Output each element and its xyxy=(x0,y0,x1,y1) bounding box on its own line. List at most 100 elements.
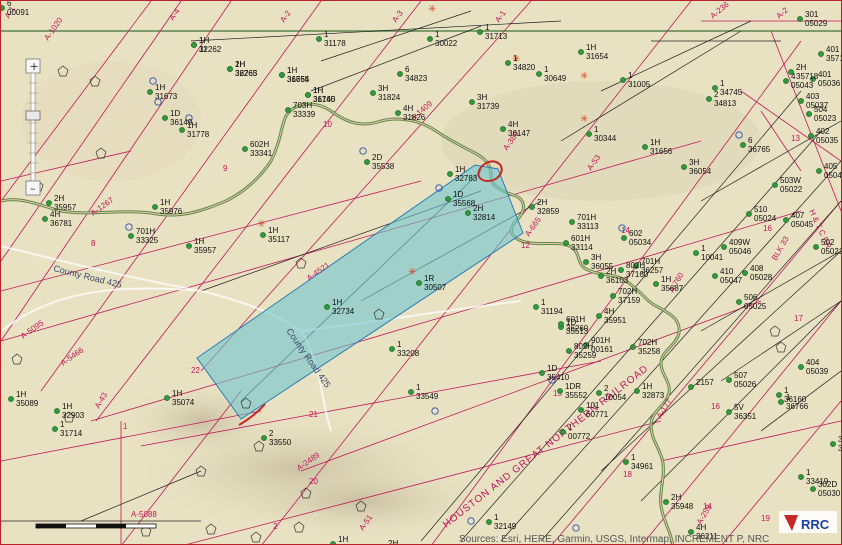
well-marker[interactable] xyxy=(742,270,748,276)
well-marker[interactable] xyxy=(610,293,616,299)
well-marker[interactable] xyxy=(623,459,629,465)
well-marker[interactable] xyxy=(397,71,403,77)
well-marker[interactable] xyxy=(813,244,819,250)
well-marker[interactable] xyxy=(816,168,822,174)
well-marker[interactable] xyxy=(242,146,248,152)
well-marker[interactable] xyxy=(783,78,789,84)
well-marker[interactable] xyxy=(566,348,572,354)
well-marker[interactable] xyxy=(563,240,569,246)
well-marker[interactable] xyxy=(653,281,659,287)
well-marker[interactable] xyxy=(586,131,592,137)
well-marker[interactable] xyxy=(712,273,718,279)
well-marker[interactable] xyxy=(465,210,471,216)
well-marker[interactable] xyxy=(364,159,370,165)
well-marker[interactable] xyxy=(688,384,694,390)
well-marker[interactable] xyxy=(447,171,453,177)
well-marker[interactable] xyxy=(798,474,804,480)
well-marker[interactable] xyxy=(798,364,804,370)
well-marker[interactable] xyxy=(634,388,640,394)
well-marker[interactable] xyxy=(560,429,566,435)
well-marker[interactable] xyxy=(164,395,170,401)
zoom-track[interactable] xyxy=(30,72,36,182)
well-marker[interactable] xyxy=(324,304,330,310)
well-marker[interactable] xyxy=(778,399,784,405)
well-marker[interactable] xyxy=(830,441,836,447)
well-marker[interactable] xyxy=(186,243,192,249)
well-marker[interactable] xyxy=(536,71,542,77)
well-marker[interactable] xyxy=(806,111,812,117)
well-marker[interactable] xyxy=(740,142,746,148)
well-marker[interactable] xyxy=(152,204,158,210)
permit-star-icon[interactable]: ✳ xyxy=(580,114,588,125)
well-marker[interactable] xyxy=(776,392,782,398)
well-marker[interactable] xyxy=(630,344,636,350)
well-marker[interactable] xyxy=(808,133,814,139)
well-marker[interactable] xyxy=(128,233,134,239)
well-marker[interactable] xyxy=(179,127,185,133)
well-marker[interactable] xyxy=(52,426,58,432)
well-marker[interactable] xyxy=(618,267,624,273)
well-marker[interactable] xyxy=(583,259,589,265)
permit-star-icon[interactable]: ✳ xyxy=(428,4,436,15)
well-marker[interactable] xyxy=(330,541,336,544)
permit-star-icon[interactable]: ✳ xyxy=(580,71,588,82)
well-marker[interactable] xyxy=(147,89,153,95)
well-marker[interactable] xyxy=(798,98,804,104)
well-marker[interactable] xyxy=(505,60,511,66)
well-marker[interactable] xyxy=(54,408,60,414)
well-marker[interactable] xyxy=(408,389,414,395)
well-marker[interactable] xyxy=(621,235,627,241)
well-marker[interactable] xyxy=(162,115,168,121)
well-marker[interactable] xyxy=(772,182,778,188)
well-marker[interactable] xyxy=(721,244,727,250)
permit-star-icon[interactable]: ✳ xyxy=(408,267,416,278)
well-marker[interactable] xyxy=(726,377,732,383)
well-marker[interactable] xyxy=(279,72,285,78)
well-marker[interactable] xyxy=(1,5,5,11)
well-marker[interactable] xyxy=(469,99,475,105)
well-marker[interactable] xyxy=(642,144,648,150)
permit-star-icon[interactable]: ✳ xyxy=(257,219,265,230)
well-marker[interactable] xyxy=(42,216,48,222)
well-marker[interactable] xyxy=(578,49,584,55)
well-marker[interactable] xyxy=(416,280,422,286)
well-marker[interactable] xyxy=(818,51,824,57)
well-marker[interactable] xyxy=(578,407,584,413)
well-marker[interactable] xyxy=(8,396,14,402)
well-marker[interactable] xyxy=(693,250,699,256)
well-marker[interactable] xyxy=(596,313,602,319)
well-marker[interactable] xyxy=(46,200,52,206)
well-marker[interactable] xyxy=(529,204,535,210)
well-marker[interactable] xyxy=(260,232,266,238)
well-marker[interactable] xyxy=(663,499,669,505)
well-marker[interactable] xyxy=(227,66,233,72)
map-canvas[interactable]: County Road 425 County Road 425 HOUSTON … xyxy=(1,1,841,544)
well-marker[interactable] xyxy=(596,390,602,396)
well-marker[interactable] xyxy=(305,92,311,98)
well-marker[interactable] xyxy=(500,126,506,132)
zoom-thumb[interactable] xyxy=(25,110,41,121)
well-marker[interactable] xyxy=(486,519,492,525)
well-marker[interactable] xyxy=(191,42,197,48)
well-marker[interactable] xyxy=(569,219,575,225)
well-marker[interactable] xyxy=(558,321,564,327)
well-marker[interactable] xyxy=(598,273,604,279)
well-marker[interactable] xyxy=(539,370,545,376)
well-marker[interactable] xyxy=(810,486,816,492)
well-marker[interactable] xyxy=(736,299,742,305)
well-marker[interactable] xyxy=(746,211,752,217)
map-viewport[interactable]: County Road 425 County Road 425 HOUSTON … xyxy=(0,0,842,545)
well-marker[interactable] xyxy=(557,388,563,394)
well-marker[interactable] xyxy=(783,217,789,223)
well-marker[interactable] xyxy=(370,90,376,96)
well-marker[interactable] xyxy=(261,435,267,441)
well-marker[interactable] xyxy=(477,29,483,35)
well-marker[interactable] xyxy=(316,36,322,42)
well-marker[interactable] xyxy=(285,107,291,113)
well-marker[interactable] xyxy=(726,409,732,415)
well-marker[interactable] xyxy=(445,196,451,202)
well-marker[interactable] xyxy=(389,346,395,352)
well-marker[interactable] xyxy=(706,96,712,102)
well-marker[interactable] xyxy=(427,36,433,42)
well-marker[interactable] xyxy=(620,77,626,83)
